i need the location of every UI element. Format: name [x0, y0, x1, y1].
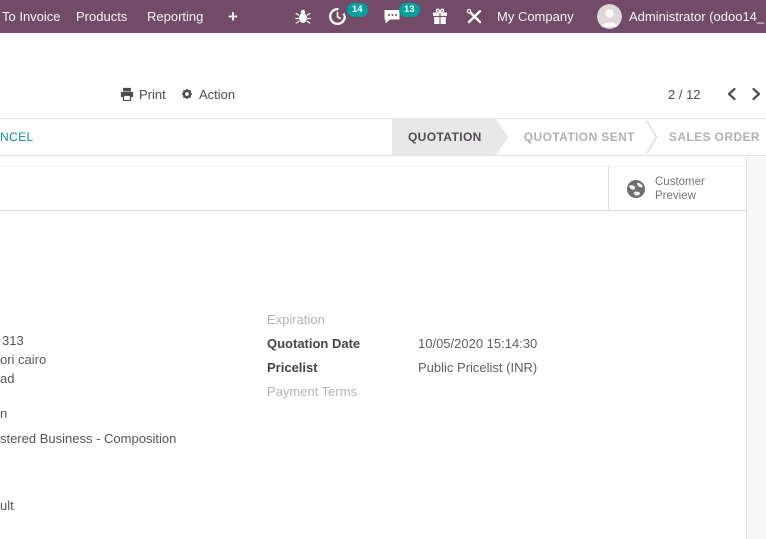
address-fragment: 313	[2, 333, 24, 348]
action-label: Action	[199, 87, 235, 102]
user-avatar[interactable]	[597, 4, 622, 29]
action-button[interactable]: Action	[180, 87, 235, 103]
step-quotation[interactable]: QUOTATION	[392, 119, 509, 155]
field-value-pricelist[interactable]: Public Pricelist (INR)	[418, 360, 537, 375]
printer-icon	[120, 87, 134, 101]
pager-count: 2 / 12	[668, 87, 701, 102]
field-value-quotation-date[interactable]: 10/05/2020 15:14:30	[418, 336, 537, 351]
print-button[interactable]: Print	[120, 87, 166, 103]
menu-to-invoice[interactable]: To Invoice	[2, 0, 61, 33]
address-fragment: ori cairo	[0, 352, 46, 367]
pager-previous-icon[interactable]	[726, 87, 737, 104]
address-fragment: ult	[0, 498, 14, 513]
field-label-payment-terms: Payment Terms	[267, 384, 412, 399]
customer-preview-label: Customer Preview	[655, 175, 719, 203]
address-fragment: ad	[0, 371, 14, 386]
messages-count-badge[interactable]: 13	[399, 3, 420, 17]
statusbar: NCEL QUOTATION QUOTATION SENT SALES ORDE…	[0, 118, 766, 156]
gift-icon[interactable]	[432, 8, 448, 28]
field-label-quotation-date: Quotation Date	[267, 336, 412, 351]
activities-clock-icon[interactable]	[329, 8, 346, 28]
status-steps: QUOTATION QUOTATION SENT SALES ORDER	[392, 119, 760, 155]
customer-preview-button[interactable]: Customer Preview	[608, 167, 746, 210]
menu-reporting[interactable]: Reporting	[147, 0, 203, 33]
sheet-divider	[0, 210, 746, 211]
step-separator-icon	[646, 120, 658, 154]
step-sales-order[interactable]: SALES ORDER	[669, 130, 760, 144]
debug-bug-icon[interactable]	[295, 8, 311, 28]
print-label: Print	[139, 87, 166, 102]
user-menu[interactable]: Administrator (odoo14_	[629, 0, 764, 33]
field-label-expiration: Expiration	[267, 312, 412, 327]
step-quotation-sent[interactable]: QUOTATION SENT	[524, 130, 635, 144]
company-switcher[interactable]: My Company	[497, 0, 574, 33]
gear-icon	[180, 87, 194, 101]
activities-count-badge[interactable]: 14	[347, 3, 368, 17]
top-nav-bar: To Invoice Products Reporting + 14 13	[0, 0, 766, 33]
field-label-pricelist: Pricelist	[267, 360, 412, 375]
page-background	[747, 156, 766, 539]
address-fragment: n	[0, 406, 7, 421]
add-menu-button[interactable]: +	[228, 0, 238, 33]
sheet-border	[746, 156, 747, 539]
cancel-button[interactable]: NCEL	[0, 119, 34, 155]
globe-icon	[626, 179, 646, 199]
tools-icon[interactable]	[466, 8, 483, 28]
address-fragment: stered Business - Composition	[0, 431, 176, 446]
pager-next-icon[interactable]	[751, 87, 762, 104]
menu-products[interactable]: Products	[76, 0, 127, 33]
